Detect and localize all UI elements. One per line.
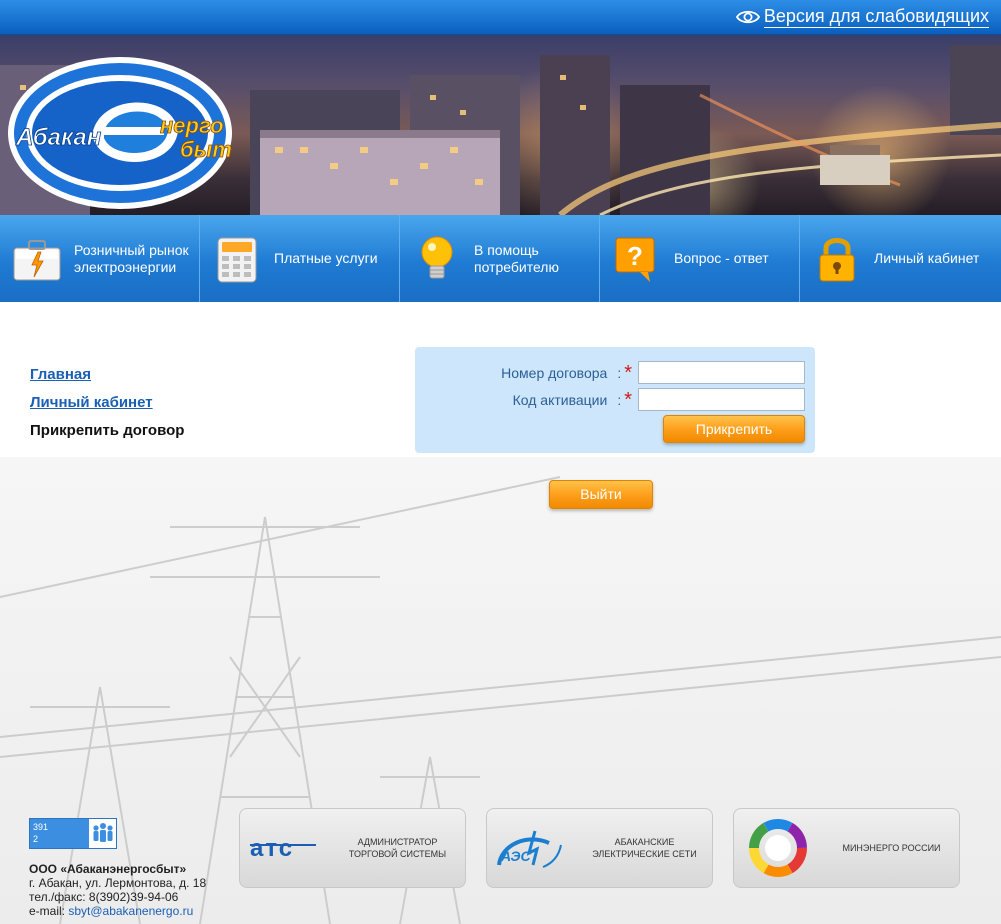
partner-aes[interactable]: АЭС АБАКАНСКИЕ ЭЛЕКТРИЧЕСКИЕ СЕТИ — [486, 808, 713, 888]
svg-text:?: ? — [627, 241, 643, 271]
partner-text-line2: ЭЛЕКТРИЧЕСКИЕ СЕТИ — [592, 849, 697, 859]
company-info: ООО «Абаканэнергосбыт» г. Абакан, ул. Ле… — [29, 862, 206, 918]
nav-item-paid-services[interactable]: Платные услуги — [200, 215, 400, 302]
question-icon: ? — [615, 237, 655, 282]
ats-logo-icon: атс — [250, 835, 316, 862]
activation-code-input[interactable] — [638, 388, 805, 411]
aes-logo-icon: АЭС — [497, 830, 562, 868]
company-name: ООО «Абаканэнергосбыт» — [29, 862, 187, 876]
accessibility-label: Версия для слабовидящих — [763, 6, 989, 28]
nav-item-faq[interactable]: ? Вопрос - ответ — [600, 215, 800, 302]
attach-contract-form: Номер договора : * Код активации : * При… — [415, 347, 815, 453]
eye-icon — [735, 10, 760, 23]
activation-code-label: Код активации — [512, 391, 608, 408]
nav-item-label-line1: Личный кабинет — [874, 250, 980, 266]
logo-text-left: Абакан — [15, 124, 102, 151]
nav-item-label-line2: электроэнергии — [74, 258, 177, 275]
nav-item-label-line1: Вопрос - ответ — [674, 250, 769, 266]
attach-button[interactable]: Прикрепить — [663, 415, 805, 443]
partner-ats[interactable]: атс АДМИНИСТРАТОР ТОРГОВОЙ СИСТЕМЫ — [239, 808, 466, 888]
lightbulb-icon — [421, 236, 453, 278]
required-mark: * — [624, 388, 632, 411]
aes-logo-text: АЭС — [500, 848, 531, 864]
nav-item-label-line2: потребителю — [474, 258, 559, 275]
contract-number-row: Номер договора : * — [467, 361, 805, 384]
visitor-counter[interactable]: 391 2 — [29, 818, 117, 849]
colon: : — [617, 391, 622, 408]
ats-logo-text: атс — [250, 835, 294, 862]
nav-item-label-line1: В помощь — [474, 241, 539, 258]
email-prefix: e-mail: — [29, 904, 69, 918]
sidebar-current-page: Прикрепить договор — [30, 422, 185, 439]
people-icon — [93, 823, 113, 842]
nav-item-label-line1: Платные услуги — [274, 250, 378, 266]
sidebar-link-home[interactable]: Главная — [30, 366, 184, 385]
lock-icon — [819, 237, 855, 281]
partner-text-line2: ТОРГОВОЙ СИСТЕМЫ — [348, 849, 447, 859]
logo-text-top: нерго — [160, 113, 224, 138]
nav-item-personal-account[interactable]: Личный кабинет — [800, 215, 1001, 302]
email-link[interactable]: sbyt@abakanenergo.ru — [68, 904, 193, 918]
calculator-icon — [217, 237, 257, 282]
contract-number-input[interactable] — [638, 361, 805, 384]
banner: Абакан нерго быт — [0, 35, 1001, 215]
partner-text-line1: МИНЭНЕРГО РОССИИ — [842, 843, 941, 853]
abakanenergosbyt-logo: Абакан нерго быт — [8, 57, 232, 209]
sidebar-link-personal-account[interactable]: Личный кабинет — [30, 394, 184, 413]
company-address: г. Абакан, ул. Лермонтова, д. 18 — [29, 876, 207, 890]
logo-text-bottom: быт — [180, 137, 232, 162]
sidebar: Главная Личный кабинет Прикрепить догово… — [30, 366, 184, 439]
accessibility-version-link[interactable]: Версия для слабовидящих — [735, 5, 989, 28]
company-email-line: e-mail: sbyt@abakanenergo.ru — [29, 904, 206, 918]
company-phone: тел./факс: 8(3902)39-94-06 — [29, 890, 179, 904]
main-nav: Розничный рынок электроэнергии Платные у… — [0, 215, 1001, 302]
top-bar: Версия для слабовидящих — [0, 0, 1001, 35]
partner-text-line1: АБАКАНСКИЕ — [614, 837, 675, 847]
briefcase-icon — [13, 239, 61, 280]
minenergo-logo-icon — [749, 819, 807, 877]
colon: : — [617, 364, 622, 381]
nav-item-consumer-help[interactable]: В помощь потребителю — [400, 215, 600, 302]
partner-text-line1: АДМИНИСТРАТОР — [357, 837, 438, 847]
partner-minenergo[interactable]: МИНЭНЕРГО РОССИИ — [733, 808, 960, 888]
contract-number-label: Номер договора — [501, 364, 608, 381]
activation-code-row: Код активации : * — [467, 388, 805, 411]
nav-item-label-line1: Розничный рынок — [74, 241, 189, 258]
nav-item-retail-market[interactable]: Розничный рынок электроэнергии — [0, 215, 200, 302]
logout-button[interactable]: Выйти — [549, 480, 653, 509]
required-mark: * — [624, 361, 632, 384]
